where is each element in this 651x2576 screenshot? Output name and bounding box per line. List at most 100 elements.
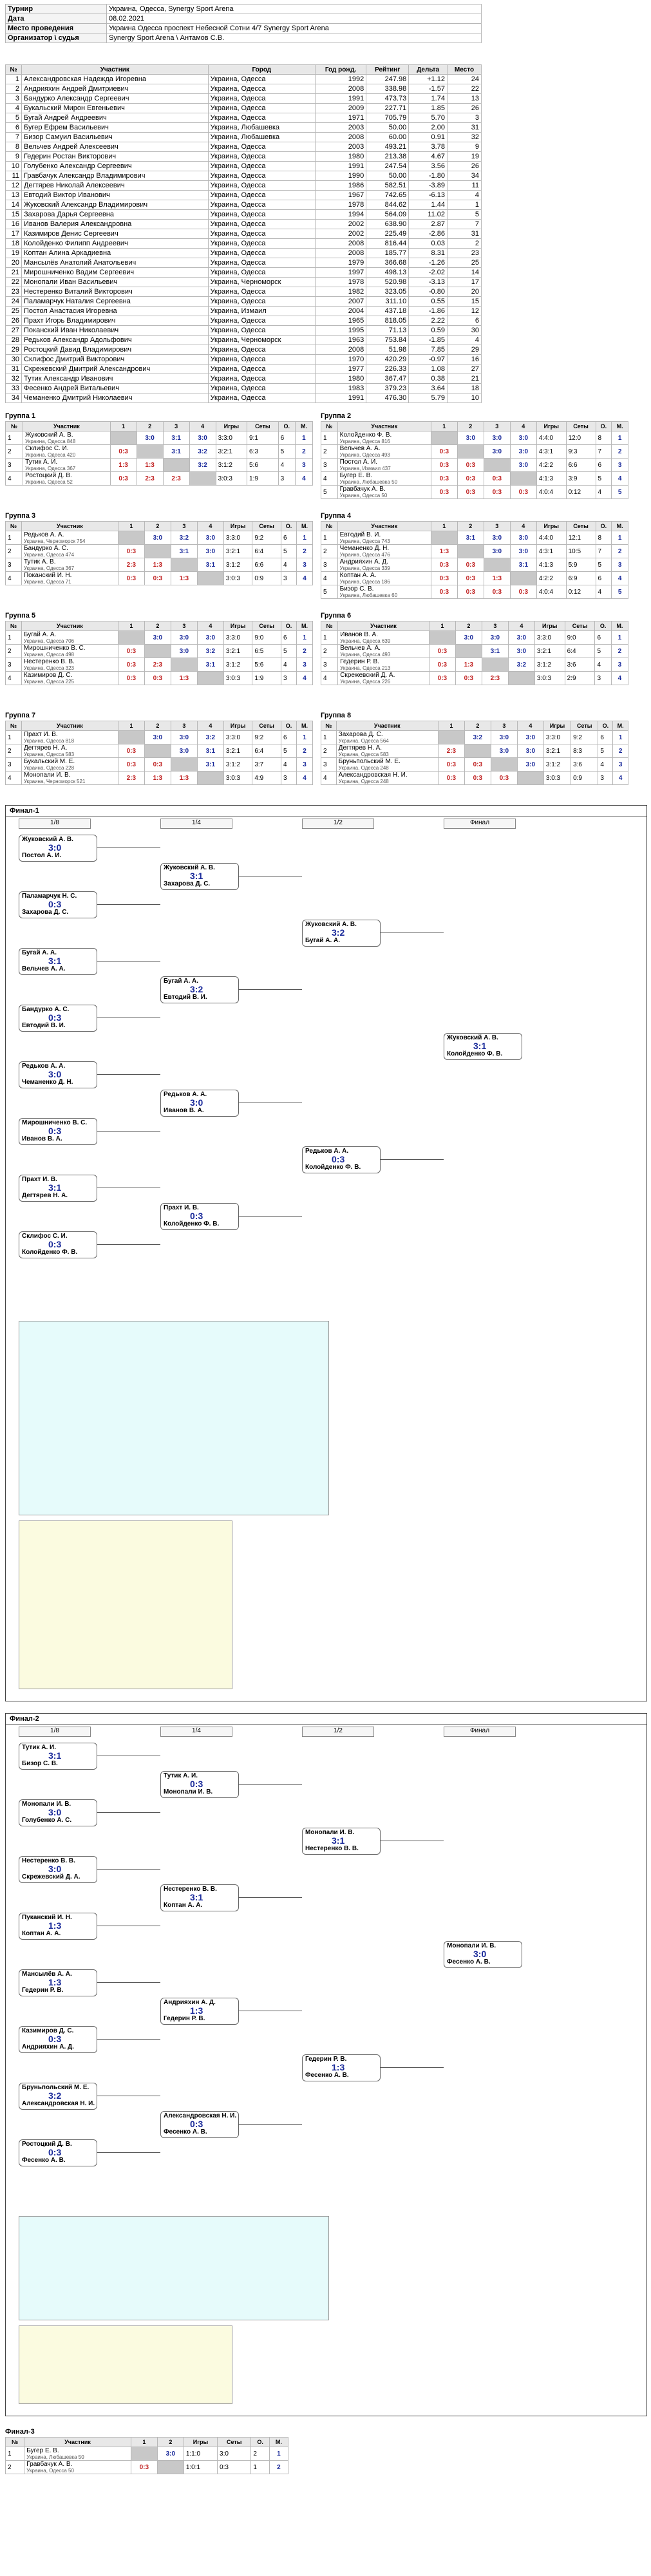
player-cell: Украина, Одесса: [207, 287, 316, 297]
group-number: 3: [5, 757, 22, 772]
self-cell: [144, 544, 171, 558]
player-cell: -1.85: [408, 335, 448, 345]
column-header: Сеты: [252, 521, 281, 531]
games-cell: 4:3:1: [536, 444, 567, 459]
player-cell: 493.21: [366, 142, 410, 152]
player-cell: Украина, Любашевка: [207, 132, 316, 142]
column-header: 1: [117, 621, 145, 631]
participant-city: Украина, Одесса 228: [23, 765, 75, 771]
self-cell: [156, 2460, 184, 2474]
player-cell: 2008: [315, 345, 367, 355]
participant-city: Украина, Измаил 437: [339, 466, 391, 471]
player-cell: Украина, Одесса: [207, 393, 316, 403]
sets-cell: 9:0: [564, 630, 596, 645]
self-cell: [509, 471, 537, 486]
player-cell: 1965: [315, 316, 367, 326]
participant-name: Колойденко Ф. В.: [339, 431, 392, 439]
player-cell: 31: [5, 364, 22, 374]
participant-city: Украина, Одесса 583: [23, 752, 75, 757]
score-cell: 0:3: [144, 757, 171, 772]
column-header: О.: [595, 421, 612, 431]
player-cell: -1.26: [408, 258, 448, 268]
match-score: 1:3: [48, 1977, 62, 1987]
score-cell: 3:2: [189, 458, 216, 472]
player-row: 8 Вельчев Андрей Алексеевич Украина, Одесс…: [5, 142, 482, 152]
player-cell: 12: [446, 306, 482, 316]
participant-city: Украина, Одесса 323: [23, 665, 75, 671]
points-cell: 7: [595, 544, 612, 558]
player-row: 31 Скрежевский Дмитрий Александрович Украи…: [5, 364, 482, 374]
group-row: 2 Мирошниченко В. С. Украина, Одесса 498 0:…: [5, 644, 313, 658]
player-cell: Украина, Одесса: [207, 267, 316, 278]
self-cell: [117, 531, 145, 545]
place-cell: 2: [611, 544, 628, 558]
group-header-row: № Участник 1 2 3 4 Игры Сеты О. М.: [5, 421, 314, 431]
participant-name: Постол А. И.: [339, 459, 378, 466]
score-cell: 3:1: [196, 558, 224, 572]
player-cell: Голубенко Александр Сергеевич: [21, 161, 209, 171]
player-cell: 816.44: [366, 238, 410, 249]
column-header: Игры: [536, 521, 567, 531]
participant-city: Украина, Одесса 816: [339, 439, 390, 444]
player-cell: 9: [446, 142, 482, 152]
self-cell: [481, 658, 509, 672]
match-player-2: Колойденко Ф. В.: [447, 1050, 503, 1057]
final-bracket: Финал-2 1/8 1/4 1/2 Финал Тутик А. И. 3:1 Бизор…: [5, 1713, 647, 2416]
player-cell: 2003: [315, 122, 367, 133]
sets-cell: 6:4: [252, 744, 281, 758]
info-key: Дата: [5, 14, 107, 24]
self-cell: [117, 630, 145, 645]
group-title: Группа 3: [5, 512, 36, 520]
player-cell: Украина, Одесса: [207, 238, 316, 249]
player-cell: 705.79: [366, 113, 410, 123]
player-row: 7 Бизор Самуил Васильевич Украина, Любашев…: [5, 132, 482, 142]
match-card: Тутик А. И. 3:1 Бизор С. В.: [19, 1743, 97, 1770]
participant-city: Украина, Одесса 493: [340, 652, 391, 658]
round-header: 1/2: [302, 1727, 374, 1737]
points-cell: 6: [594, 630, 612, 645]
score-cell: 0:3: [457, 458, 484, 472]
match-player-2: Постол А. И.: [22, 852, 62, 859]
player-cell: Гедерин Ростан Викторович: [21, 151, 209, 162]
player-cell: 1997: [315, 267, 367, 278]
player-row: 4 Букальский Мирон Евгеньевич Украина, Оде…: [5, 103, 482, 113]
player-cell: 0.38: [408, 374, 448, 384]
player-cell: Украина, Одесса: [207, 258, 316, 268]
participant-city: Украина, Одесса 50: [339, 493, 388, 498]
score-cell: 3:2: [170, 531, 198, 545]
player-cell: -1.86: [408, 306, 448, 316]
match-card: Жуковский А. В. 3:2 Бугай А. А.: [302, 920, 381, 947]
player-cell: Чеманенко Дмитрий Николаевич: [21, 393, 209, 403]
participant-city: Украина, Одесса 639: [340, 638, 391, 644]
player-cell: 1979: [315, 258, 367, 268]
participant-cell: Дегтярев Н. А. Украина, Одесса 583: [21, 744, 118, 758]
player-cell: 2003: [315, 142, 367, 152]
group-title: Группа 2: [321, 412, 352, 420]
player-cell: 50.00: [366, 171, 410, 181]
sets-cell: 9:2: [252, 531, 281, 545]
score-cell: 3:0: [483, 431, 511, 445]
group-row: 3 Андрияхин А. Д. Украина, Одесса 339 0:3 0:…: [321, 558, 628, 572]
column-header: О.: [595, 521, 612, 531]
player-cell: 1963: [315, 335, 367, 345]
self-cell: [509, 571, 537, 585]
group-title: Группа 7: [5, 712, 36, 719]
games-cell: 3:1:2: [223, 558, 253, 572]
group-title: Группа 6: [321, 612, 352, 620]
score-cell: 3:0: [483, 444, 511, 459]
player-cell: 185.77: [366, 248, 410, 258]
self-cell: [144, 744, 171, 758]
match-player-1: Монопали И. В.: [447, 1942, 496, 1949]
player-cell: 31: [446, 229, 482, 239]
placement-zone: [19, 2325, 232, 2404]
player-cell: 1: [446, 200, 482, 210]
bracket-connector: [97, 1982, 160, 1983]
group-row: 4 Поканский И. Н. Украина, Одесса 71 0:3 0:3…: [5, 571, 313, 585]
player-cell: Монопали Иван Васильевич: [21, 277, 209, 287]
round-header: 1/8: [19, 819, 91, 829]
participant-name: Чеманенко Д. Н.: [339, 545, 390, 552]
score-cell: 3:2: [189, 444, 216, 459]
tournament-info: Турнир Украина, Одесса, Synergy Sport Are…: [5, 4, 482, 43]
column-header: О.: [280, 621, 297, 631]
player-row: 5 Бугай Андрей Андреевич Украина, Одесса 19…: [5, 113, 482, 123]
